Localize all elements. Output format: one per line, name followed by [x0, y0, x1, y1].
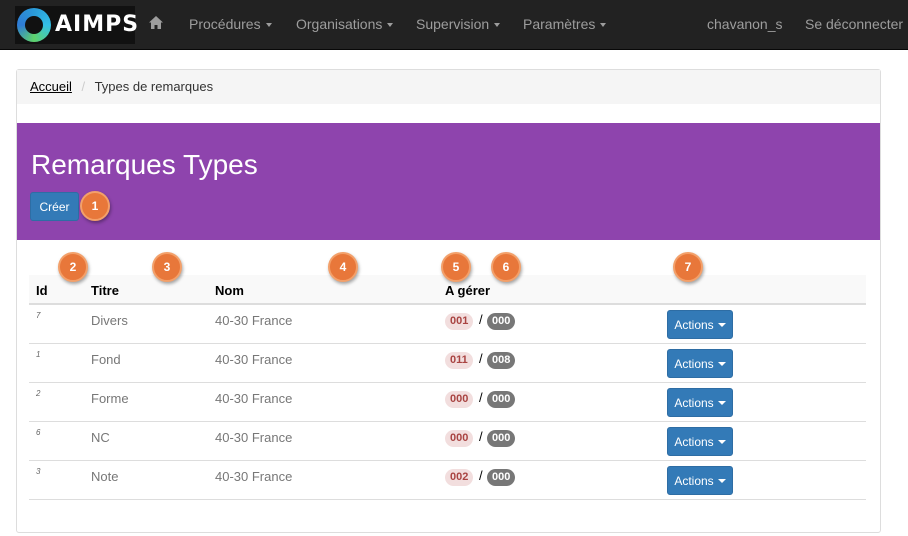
nav-organisations[interactable]: Organisations: [296, 16, 394, 32]
total-badge: 000: [487, 430, 516, 447]
table-row: 2 Forme 40-30 France 000 / 000 Actions: [29, 383, 866, 422]
logout-link[interactable]: Se déconnecter: [805, 16, 903, 32]
chevron-down-icon: [600, 23, 607, 28]
actions-button[interactable]: Actions: [667, 466, 733, 495]
badge-separator: /: [479, 351, 483, 366]
to-manage-badge: 000: [445, 391, 474, 408]
table-row: 3 Note 40-30 France 002 / 000 Actions: [29, 461, 866, 500]
total-badge: 000: [487, 469, 516, 486]
chevron-down-icon: [265, 23, 272, 28]
callout-marker-3: 3: [152, 252, 182, 282]
row-id: 2: [36, 389, 41, 398]
row-nom: 40-30 France: [215, 391, 293, 406]
callout-marker-2: 2: [58, 252, 88, 282]
row-nom: 40-30 France: [215, 313, 293, 328]
to-manage-badge: 002: [445, 469, 474, 486]
actions-button[interactable]: Actions: [667, 388, 733, 417]
row-titre: NC: [91, 430, 110, 445]
main-panel: Accueil / Types de remarques Remarques T…: [16, 69, 881, 533]
actions-label: Actions: [674, 434, 714, 449]
chevron-down-icon: [494, 23, 501, 28]
table-row: 1 Fond 40-30 France 011 / 008 Actions: [29, 344, 866, 383]
to-manage-badge: 011: [445, 352, 473, 369]
callout-marker-1: 1: [80, 191, 110, 221]
total-badge: 000: [487, 391, 516, 408]
actions-label: Actions: [674, 317, 714, 332]
header-a-gerer: A gérer: [445, 283, 491, 298]
header-id: Id: [36, 283, 48, 298]
home-icon[interactable]: [148, 15, 164, 31]
logo-text: AIMPS: [55, 12, 140, 37]
aimps-logo[interactable]: AIMPS: [15, 6, 138, 44]
header-nom: Nom: [215, 283, 244, 298]
total-badge: 008: [487, 352, 516, 369]
row-nom: 40-30 France: [215, 430, 293, 445]
header-titre: Titre: [91, 283, 119, 298]
actions-button[interactable]: Actions: [667, 427, 733, 456]
row-titre: Fond: [91, 352, 121, 367]
table-row: 6 NC 40-30 France 000 / 000 Actions: [29, 422, 866, 461]
badge-separator: /: [479, 312, 483, 327]
actions-label: Actions: [674, 356, 714, 371]
breadcrumb: Accueil / Types de remarques: [17, 70, 880, 104]
page-title: Remarques Types: [31, 149, 258, 180]
row-nom: 40-30 France: [215, 469, 293, 484]
breadcrumb-current: Types de remarques: [94, 79, 214, 94]
actions-label: Actions: [674, 395, 714, 410]
table-row: 7 Divers 40-30 France 001 / 000 Actions: [29, 305, 866, 344]
nav-user[interactable]: chavanon_s: [707, 16, 783, 32]
create-button[interactable]: Créer: [30, 192, 79, 221]
row-id: 1: [36, 350, 41, 359]
callout-marker-7: 7: [673, 252, 703, 282]
nav-parametres[interactable]: Paramètres: [523, 16, 607, 32]
row-titre: Forme: [91, 391, 129, 406]
row-id: 3: [36, 467, 41, 476]
breadcrumb-home-link[interactable]: Accueil: [30, 79, 72, 94]
caret-down-icon: [717, 400, 726, 405]
callout-marker-5: 5: [441, 252, 471, 282]
caret-down-icon: [717, 478, 726, 483]
row-nom: 40-30 France: [215, 352, 293, 367]
caret-down-icon: [717, 322, 726, 327]
callout-marker-4: 4: [328, 252, 358, 282]
badge-separator: /: [479, 390, 483, 405]
chevron-down-icon: [387, 23, 394, 28]
badge-separator: /: [479, 468, 483, 483]
callout-marker-6: 6: [491, 252, 521, 282]
breadcrumb-separator: /: [81, 79, 86, 94]
actions-label: Actions: [674, 473, 714, 488]
actions-button[interactable]: Actions: [667, 310, 733, 339]
row-id: 7: [36, 311, 41, 320]
nav-supervision[interactable]: Supervision: [416, 16, 501, 32]
total-badge: 000: [487, 313, 516, 330]
to-manage-badge: 001: [445, 313, 474, 330]
logo-swirl-icon: [17, 8, 51, 42]
badge-separator: /: [479, 429, 483, 444]
actions-button[interactable]: Actions: [667, 349, 733, 378]
page-header: Remarques Types Créer: [17, 123, 880, 240]
row-id: 6: [36, 428, 41, 437]
caret-down-icon: [717, 439, 726, 444]
row-titre: Note: [91, 469, 119, 484]
to-manage-badge: 000: [445, 430, 474, 447]
top-navbar: AIMPS Procédures Organisations Supervisi…: [0, 0, 908, 50]
nav-procedures[interactable]: Procédures: [189, 16, 272, 32]
caret-down-icon: [717, 361, 726, 366]
row-titre: Divers: [91, 313, 128, 328]
